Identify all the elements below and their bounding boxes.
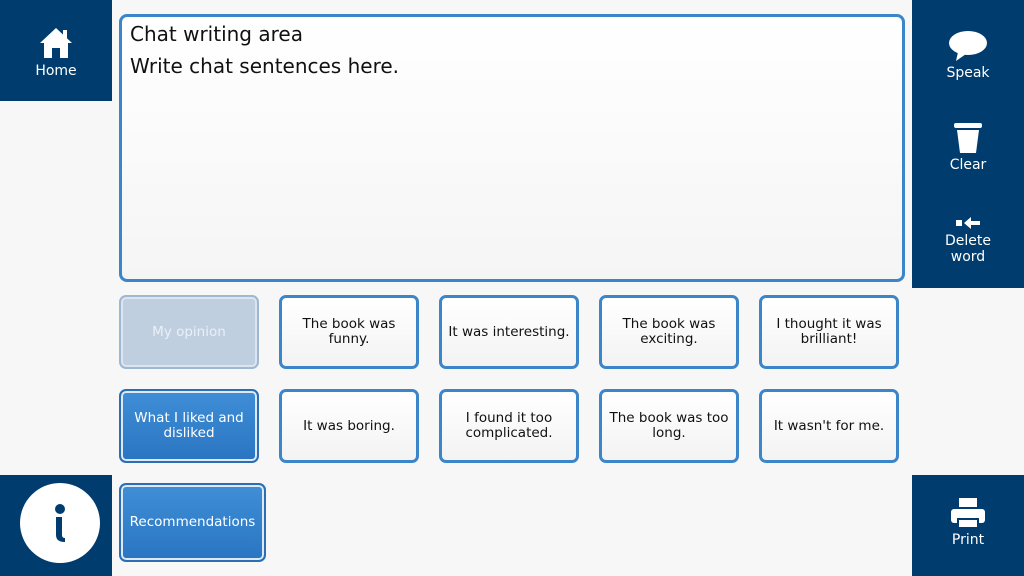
- info-button[interactable]: [20, 483, 100, 563]
- delete-word-icon: [956, 217, 980, 229]
- speak-label: Speak: [946, 65, 990, 81]
- phrase-tile[interactable]: It was boring.: [279, 389, 419, 463]
- info-icon: [55, 504, 65, 542]
- delete-word-button[interactable]: Delete word: [912, 216, 1024, 265]
- chat-text[interactable]: Write chat sentences here.: [130, 54, 399, 78]
- trash-icon: [954, 123, 982, 153]
- control-panel: Speak Clear Delete word: [912, 0, 1024, 288]
- print-panel: Print: [912, 475, 1024, 576]
- phrase-tile[interactable]: I thought it was brilliant!: [759, 295, 899, 369]
- phrase-tile[interactable]: The book was funny.: [279, 295, 419, 369]
- printer-icon: [951, 498, 985, 529]
- home-button[interactable]: Home: [0, 26, 112, 79]
- speech-bubble-icon: [949, 31, 987, 61]
- print-button[interactable]: Print: [912, 497, 1024, 548]
- phrase-tile[interactable]: The book was too long.: [599, 389, 739, 463]
- category-my-opinion[interactable]: My opinion: [119, 295, 259, 369]
- chat-title: Chat writing area: [130, 22, 303, 46]
- category-recommendations[interactable]: Recommendations: [119, 483, 266, 562]
- chat-writing-area[interactable]: Chat writing area Write chat sentences h…: [119, 14, 905, 282]
- phrase-tile[interactable]: It was interesting.: [439, 295, 579, 369]
- home-icon: [40, 28, 72, 58]
- speak-button[interactable]: Speak: [912, 30, 1024, 81]
- delete-word-label: Delete word: [945, 233, 991, 265]
- home-panel: Home: [0, 0, 112, 101]
- clear-label: Clear: [949, 157, 987, 173]
- phrase-tile[interactable]: The book was exciting.: [599, 295, 739, 369]
- print-label: Print: [951, 532, 985, 548]
- home-label: Home: [35, 63, 77, 79]
- clear-button[interactable]: Clear: [912, 120, 1024, 173]
- category-what-i-liked[interactable]: What I liked and disliked: [119, 389, 259, 463]
- phrase-tile[interactable]: It wasn't for me.: [759, 389, 899, 463]
- phrase-tile[interactable]: I found it too complicated.: [439, 389, 579, 463]
